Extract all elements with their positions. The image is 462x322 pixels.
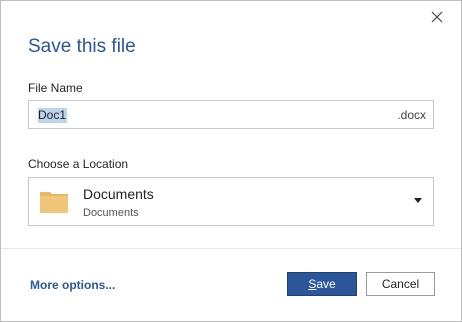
location-path: Documents xyxy=(83,207,139,219)
dialog-title: Save this file xyxy=(28,36,136,57)
divider xyxy=(1,248,461,249)
file-name-field[interactable]: Doc1 .docx xyxy=(28,100,434,129)
location-label: Choose a Location xyxy=(28,157,129,171)
save-dialog: Save this file File Name Doc1 .docx Choo… xyxy=(0,0,462,322)
save-label: ave xyxy=(316,277,336,291)
file-name-label: File Name xyxy=(28,81,83,95)
close-icon xyxy=(431,11,443,23)
location-dropdown[interactable]: Documents Documents xyxy=(28,177,434,226)
save-accelerator: S xyxy=(308,277,317,291)
cancel-button[interactable]: Cancel xyxy=(366,272,435,296)
close-button[interactable] xyxy=(427,7,447,27)
chevron-down-icon xyxy=(414,198,422,203)
folder-icon xyxy=(40,192,68,213)
file-extension: .docx xyxy=(397,108,426,122)
location-name: Documents xyxy=(83,186,154,202)
file-name-input[interactable]: Doc1 xyxy=(38,108,66,123)
save-button[interactable]: Save xyxy=(287,272,357,296)
more-options-link[interactable]: More options... xyxy=(30,278,115,292)
